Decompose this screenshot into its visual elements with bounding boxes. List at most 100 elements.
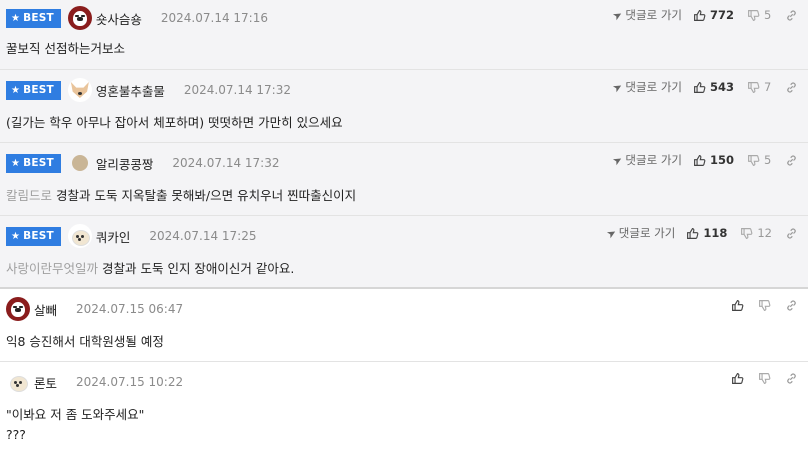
comment-body: 익8 승진해서 대학원생될 예정 bbox=[6, 331, 164, 350]
timestamp: 2024.07.14 17:32 bbox=[183, 83, 291, 97]
timestamp: 2024.07.15 10:22 bbox=[76, 375, 184, 389]
comment-header: ★ BEST 알리콩콩짱 2024.07.14 17:32 bbox=[6, 153, 280, 173]
thumbs-up-icon[interactable] bbox=[731, 372, 744, 385]
best-badge-label: BEST bbox=[23, 12, 54, 24]
comment-text: "이봐요 저 좀 도와주세요" bbox=[6, 407, 145, 422]
nickname[interactable]: 알리콩콩짱 bbox=[96, 154, 154, 173]
timestamp: 2024.07.14 17:25 bbox=[149, 229, 257, 243]
nickname[interactable]: 살빼 bbox=[34, 300, 57, 319]
star-icon: ★ bbox=[11, 12, 21, 24]
reply-target-tag[interactable]: 칼림드로 bbox=[6, 188, 52, 203]
upvote-count: 118 bbox=[703, 226, 728, 240]
comment-list: ★ BEST 숏사슴숑 2024.07.14 17:16 ➤ 댓글로 가기 772 … bbox=[0, 0, 808, 453]
timestamp: 2024.07.14 17:16 bbox=[160, 11, 268, 25]
star-icon: ★ bbox=[11, 84, 21, 96]
star-icon: ★ bbox=[11, 230, 21, 242]
go-to-reply-link[interactable]: ➤ 댓글로 가기 bbox=[610, 79, 682, 95]
nickname[interactable]: 쿼카인 bbox=[96, 227, 131, 246]
reply-link-label: 댓글로 가기 bbox=[625, 8, 682, 22]
thumbs-up-icon[interactable] bbox=[693, 154, 706, 167]
thumbs-down-icon[interactable] bbox=[747, 154, 760, 167]
comment-text: 꿀보직 선점하는거보소 bbox=[6, 41, 125, 56]
best-comment: ★ BEST 숏사슴숑 2024.07.14 17:16 ➤ 댓글로 가기 772 … bbox=[0, 0, 808, 70]
comment-header: 살빼 2024.07.15 06:47 bbox=[6, 297, 184, 321]
thumbs-up-icon[interactable] bbox=[693, 9, 706, 22]
thumbs-up-icon[interactable] bbox=[686, 227, 699, 240]
go-to-reply-link[interactable]: ➤ 댓글로 가기 bbox=[610, 7, 682, 23]
comment-text: 경찰과 도둑 인지 장애이신거 같아요. bbox=[102, 261, 295, 276]
best-badge: ★ BEST bbox=[6, 80, 61, 100]
go-to-reply-link[interactable]: ➤ 댓글로 가기 bbox=[603, 225, 676, 241]
comment-text: (길가는 학우 아무나 잡아서 체포하며) 떳떳하면 가만히 있으세요 bbox=[6, 115, 343, 130]
avatar[interactable] bbox=[6, 370, 30, 394]
comment-actions: ➤ 댓글로 가기 543 7 bbox=[610, 79, 798, 95]
send-arrow-icon: ➤ bbox=[610, 7, 626, 23]
comment-header: ★ BEST 숏사슴숑 2024.07.14 17:16 bbox=[6, 6, 268, 30]
comment-actions bbox=[717, 372, 798, 385]
link-icon[interactable] bbox=[785, 227, 798, 240]
best-comment: ★ BEST 알리콩콩짱 2024.07.14 17:32 ➤ 댓글로 가기 150… bbox=[0, 143, 808, 216]
avatar[interactable] bbox=[67, 78, 92, 102]
reply-link-label: 댓글로 가기 bbox=[618, 226, 676, 240]
comment-header: ★ BEST 쿼카인 2024.07.14 17:25 bbox=[6, 224, 257, 248]
thumbs-up-icon[interactable] bbox=[693, 81, 706, 94]
timestamp: 2024.07.15 06:47 bbox=[76, 302, 184, 316]
thumbs-up-icon[interactable] bbox=[731, 299, 744, 312]
thumbs-down-icon[interactable] bbox=[747, 9, 760, 22]
downvote-count: 5 bbox=[764, 153, 772, 167]
reply-target-tag[interactable]: 사랑이란무엇일까 bbox=[6, 261, 98, 276]
best-badge-label: BEST bbox=[23, 230, 54, 242]
comment-body: "이봐요 저 좀 도와주세요" bbox=[6, 404, 144, 423]
upvote-count: 772 bbox=[709, 8, 734, 22]
comment-text: 경찰과 도둑 지옥탈출 못해봐/으면 유치우너 찐따출신이지 bbox=[56, 188, 357, 203]
upvote-count: 543 bbox=[709, 80, 734, 94]
thumbs-down-icon[interactable] bbox=[747, 81, 760, 94]
comment-header: ★ BEST 영혼불추출물 2024.07.14 17:32 bbox=[6, 78, 291, 102]
comment-body: (길가는 학우 아무나 잡아서 체포하며) 떳떳하면 가만히 있으세요 bbox=[6, 112, 343, 131]
star-icon: ★ bbox=[11, 157, 21, 169]
comment-body: 사랑이란무엇일까 경찰과 도둑 인지 장애이신거 같아요. bbox=[6, 258, 294, 277]
comment-actions: ➤ 댓글로 가기 150 5 bbox=[610, 152, 798, 168]
reply-link-label: 댓글로 가기 bbox=[625, 80, 682, 94]
comment-header: 론토 2024.07.15 10:22 bbox=[6, 370, 184, 394]
thumbs-down-icon[interactable] bbox=[758, 299, 771, 312]
comment-body: 칼림드로 경찰과 도둑 지옥탈출 못해봐/으면 유치우너 찐따출신이지 bbox=[6, 185, 356, 204]
send-arrow-icon: ➤ bbox=[603, 225, 619, 241]
thumbs-down-icon[interactable] bbox=[758, 372, 771, 385]
nickname[interactable]: 숏사슴숑 bbox=[96, 9, 142, 28]
link-icon[interactable] bbox=[785, 9, 798, 22]
best-badge-label: BEST bbox=[23, 157, 54, 169]
avatar[interactable] bbox=[71, 155, 88, 171]
nickname[interactable]: 영혼불추출물 bbox=[96, 81, 165, 100]
best-comment: ★ BEST 영혼불추출물 2024.07.14 17:32 ➤ 댓글로 가기 54… bbox=[0, 70, 808, 143]
downvote-count: 7 bbox=[764, 80, 772, 94]
comment-actions: ➤ 댓글로 가기 772 5 bbox=[610, 7, 798, 23]
link-icon[interactable] bbox=[785, 154, 798, 167]
best-badge: ★ BEST bbox=[6, 8, 61, 28]
avatar[interactable] bbox=[67, 224, 92, 248]
comment-actions: ➤ 댓글로 가기 118 12 bbox=[603, 225, 798, 241]
best-badge-label: BEST bbox=[23, 84, 54, 96]
downvote-count: 5 bbox=[764, 8, 772, 22]
avatar[interactable] bbox=[67, 6, 92, 30]
upvote-count: 150 bbox=[709, 153, 734, 167]
send-arrow-icon: ➤ bbox=[610, 79, 626, 95]
nickname[interactable]: 론토 bbox=[34, 373, 57, 392]
link-icon[interactable] bbox=[785, 299, 798, 312]
comment-text-line2: ??? bbox=[6, 427, 26, 442]
reply-link-label: 댓글로 가기 bbox=[625, 153, 682, 167]
best-comment: ★ BEST 쿼카인 2024.07.14 17:25 ➤ 댓글로 가기 118 1… bbox=[0, 216, 808, 289]
link-icon[interactable] bbox=[785, 81, 798, 94]
best-badge: ★ BEST bbox=[6, 153, 61, 173]
comment: 살빼 2024.07.15 06:47 익8 승진해서 대학원생될 예정 bbox=[0, 289, 808, 362]
thumbs-down-icon[interactable] bbox=[740, 227, 753, 240]
link-icon[interactable] bbox=[785, 372, 798, 385]
avatar[interactable] bbox=[6, 297, 30, 321]
downvote-count: 12 bbox=[757, 226, 772, 240]
send-arrow-icon: ➤ bbox=[610, 152, 626, 168]
best-badge: ★ BEST bbox=[6, 226, 61, 246]
go-to-reply-link[interactable]: ➤ 댓글로 가기 bbox=[610, 152, 682, 168]
comment-body: 꿀보직 선점하는거보소 bbox=[6, 38, 125, 57]
comment-actions bbox=[717, 299, 798, 312]
comment-text: 익8 승진해서 대학원생될 예정 bbox=[6, 334, 164, 349]
